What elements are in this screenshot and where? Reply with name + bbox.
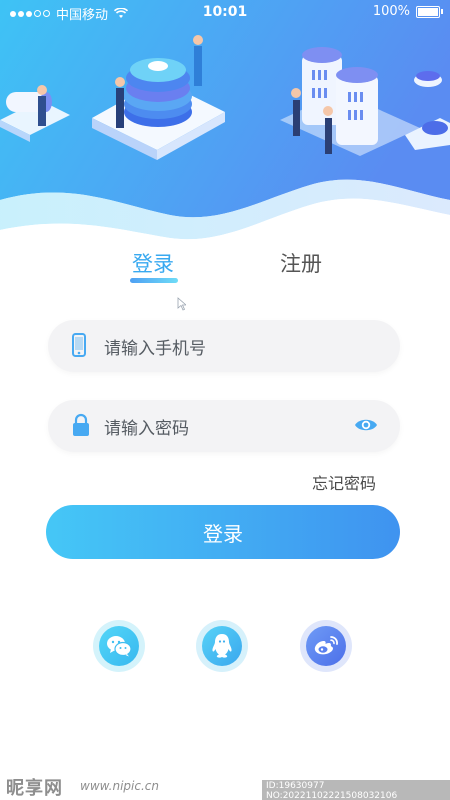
qq-badge bbox=[202, 626, 242, 666]
battery-icon bbox=[416, 5, 443, 18]
status-bar: 中国移动 10:01 100% bbox=[0, 0, 450, 26]
phone-field[interactable]: 请输入手机号 bbox=[48, 320, 400, 372]
lock-icon bbox=[73, 413, 89, 436]
wechat-icon bbox=[107, 636, 132, 657]
wechat-badge bbox=[99, 626, 139, 666]
watermark-url: www.nipic.cn bbox=[80, 779, 159, 793]
auth-tabs: 登录 注册 bbox=[0, 248, 450, 288]
tab-register[interactable]: 注册 bbox=[280, 248, 322, 278]
wechat-login-button[interactable] bbox=[93, 620, 145, 672]
forgot-password-link[interactable]: 忘记密码 bbox=[312, 470, 376, 494]
battery-label: 100% bbox=[372, 4, 410, 19]
qq-login-button[interactable] bbox=[196, 620, 248, 672]
watermark-logo: 昵享网 bbox=[6, 778, 63, 799]
watermark-id: ID:19630977 NO:20221102221508032106 bbox=[262, 780, 450, 800]
hero-illustration bbox=[0, 0, 450, 250]
qq-icon bbox=[212, 634, 232, 658]
watermark: 昵享网 www.nipic.cn ID:19630977 NO:20221102… bbox=[0, 772, 450, 800]
phone-placeholder: 请输入手机号 bbox=[104, 339, 206, 359]
tab-login[interactable]: 登录 bbox=[132, 248, 174, 278]
login-screen: 中国移动 10:01 100% 登录 注册 请输入手机号 请输入密码 忘记密码 … bbox=[0, 0, 450, 800]
password-placeholder: 请输入密码 bbox=[104, 419, 189, 439]
eye-icon[interactable] bbox=[354, 416, 378, 434]
tab-active-indicator bbox=[130, 278, 178, 283]
weibo-icon bbox=[314, 636, 338, 655]
weibo-login-button[interactable] bbox=[300, 620, 352, 672]
login-button[interactable]: 登录 bbox=[46, 505, 400, 559]
weibo-badge bbox=[306, 626, 346, 666]
phone-icon bbox=[72, 333, 86, 357]
status-right: 100% bbox=[372, 4, 443, 19]
password-field[interactable]: 请输入密码 bbox=[48, 400, 400, 452]
cursor-icon bbox=[177, 297, 186, 311]
